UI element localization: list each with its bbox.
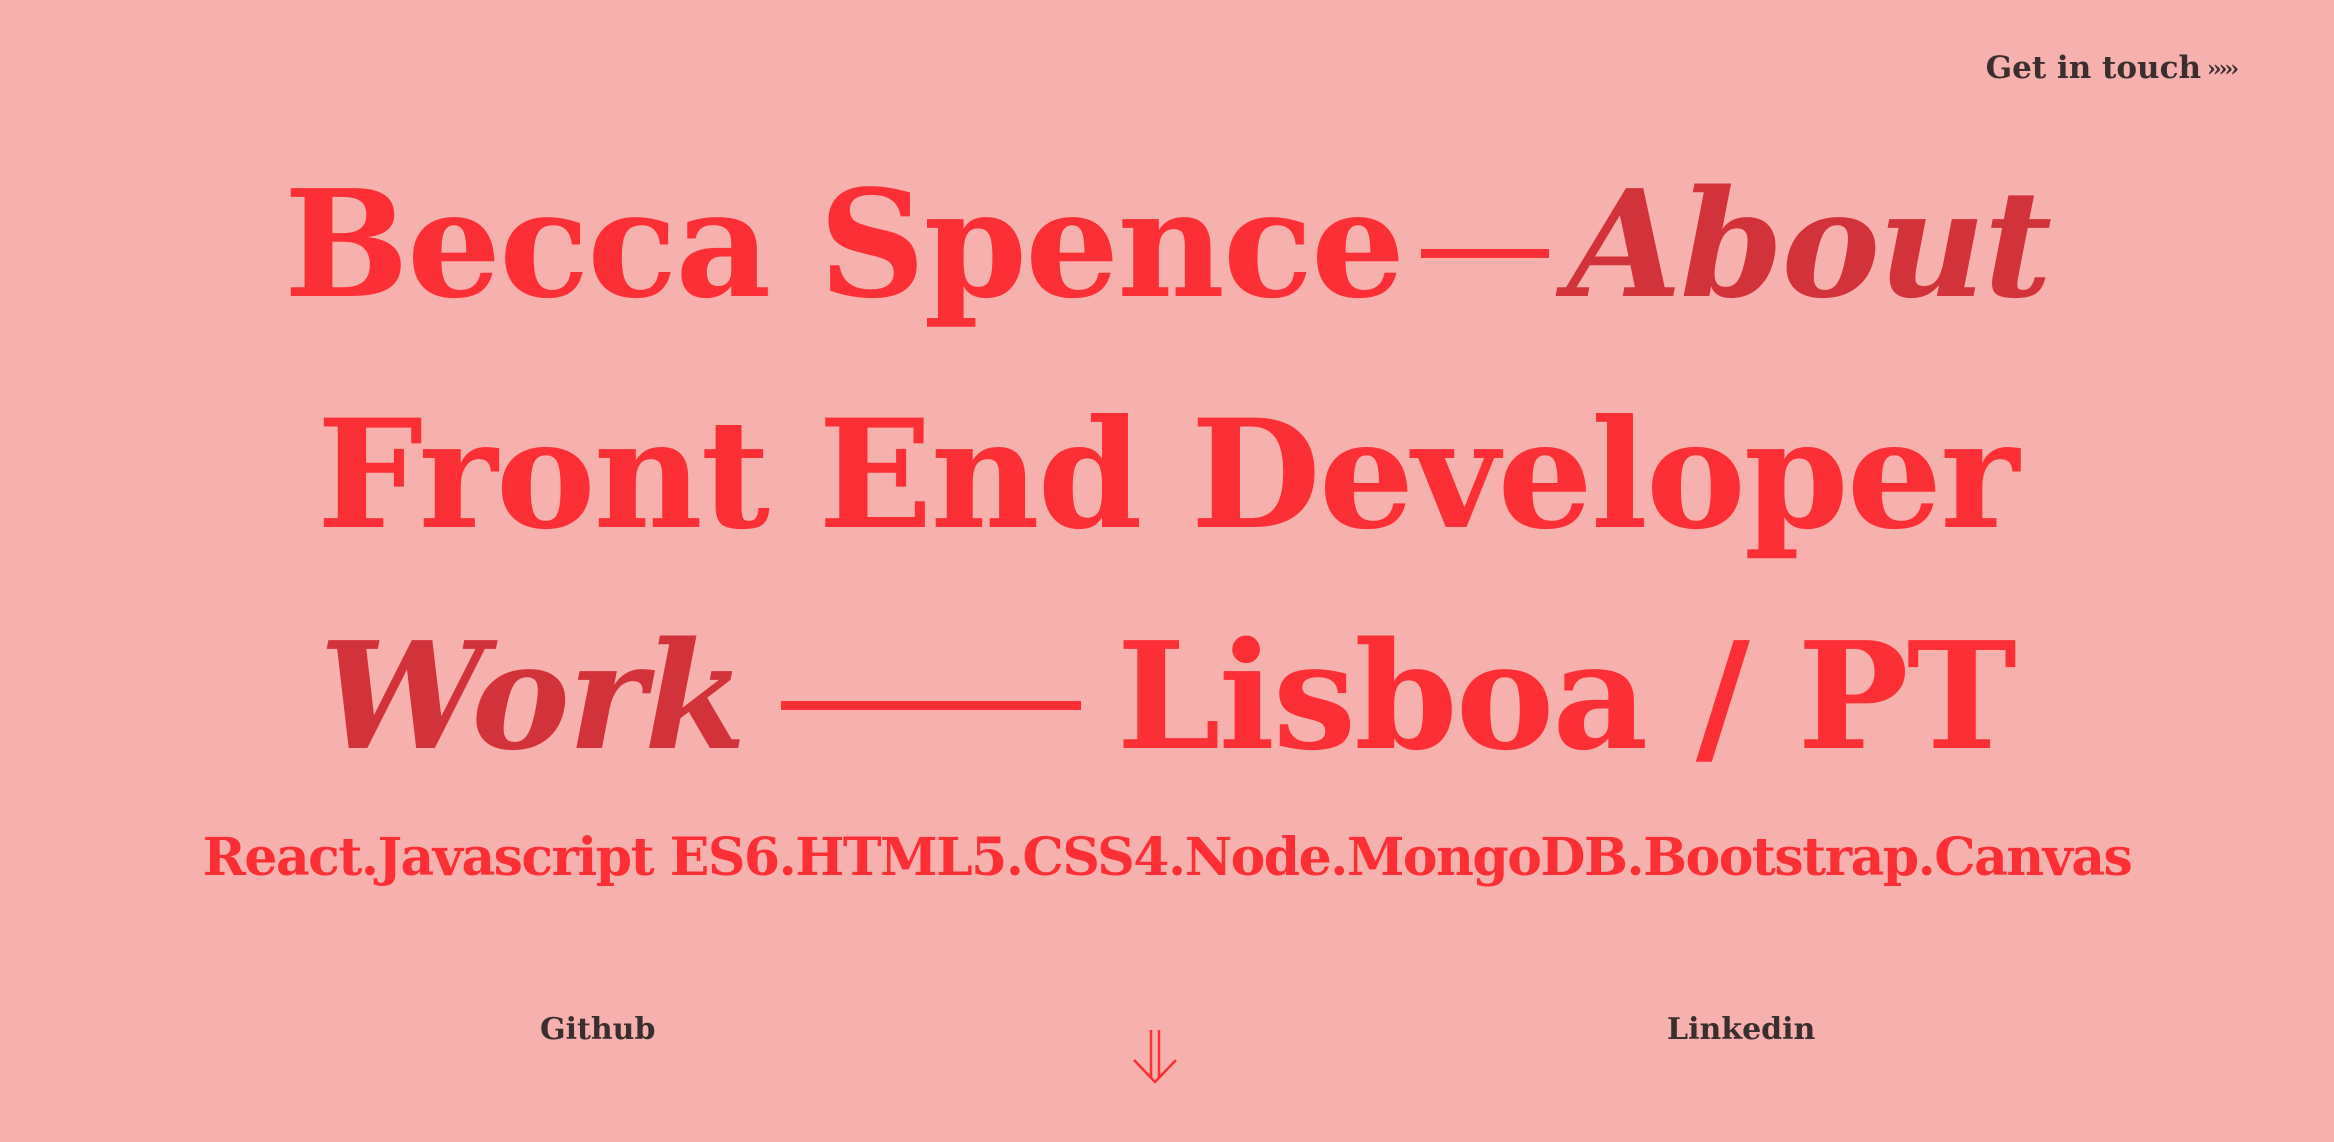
hero-line-location: Work Lisboa / PT [0,622,2334,770]
hero-name: Becca Spence [283,157,1405,331]
hero-location: Lisboa / PT [1116,609,2017,783]
hero-line-name: Becca Spence About [0,170,2334,318]
dash-divider [1421,249,1550,258]
arrows-icon: ››››› [2207,56,2239,82]
github-link[interactable]: Github [540,1012,655,1047]
double-down-arrow-icon[interactable] [1131,1028,1179,1084]
get-in-touch-label: Get in touch [1985,50,2201,86]
about-link[interactable]: About [1567,157,2052,331]
hero-role: Front End Developer [316,387,2019,563]
long-dash-divider [780,701,1081,710]
hero-line-role: Front End Developer [0,400,2334,550]
work-link[interactable]: Work [319,609,746,783]
linkedin-link[interactable]: Linkedin [1667,1012,1815,1047]
skills-list: React.Javascript ES6.HTML5.CSS4.Node.Mon… [202,827,2133,888]
get-in-touch-link[interactable]: Get in touch ››››› [1985,50,2239,86]
